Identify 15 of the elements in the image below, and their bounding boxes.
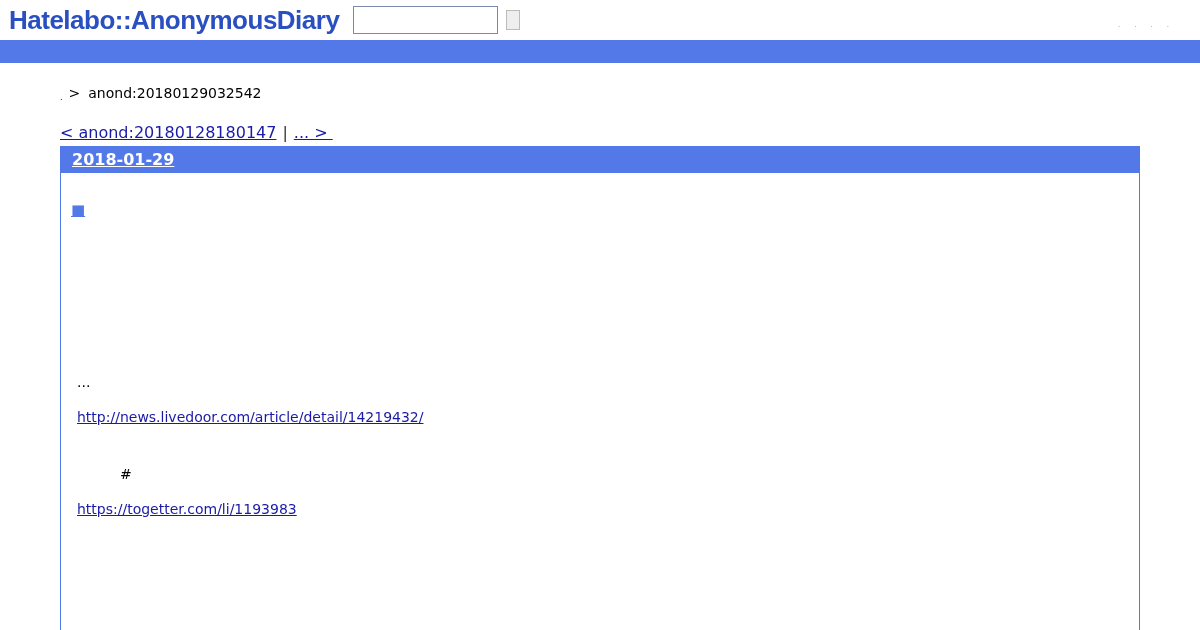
date-link[interactable]: 2018-01-29 [72, 148, 175, 172]
next-link[interactable]: ... > [293, 121, 333, 145]
article-link[interactable]: http://news.livedoor.com/article/detail/14219432/ [77, 407, 424, 428]
body-text: ... [77, 373, 91, 392]
prev-link[interactable]: < anond:20180128180147 [60, 121, 277, 145]
breadcrumb-separator: > [68, 84, 81, 103]
article-link[interactable]: https://togetter.com/li/1193983 [77, 499, 297, 520]
home-link[interactable]: . [60, 92, 63, 104]
breadcrumb-current: anond:20180129032542 [88, 84, 262, 103]
search-field[interactable] [353, 6, 499, 34]
title-link[interactable]: ■ [71, 199, 86, 222]
body-text: # [120, 465, 132, 484]
search-button[interactable] [506, 10, 521, 30]
site-logo[interactable]: Hatelabo::AnonymousDiary [9, 0, 340, 40]
pager-divider: | [282, 122, 288, 144]
